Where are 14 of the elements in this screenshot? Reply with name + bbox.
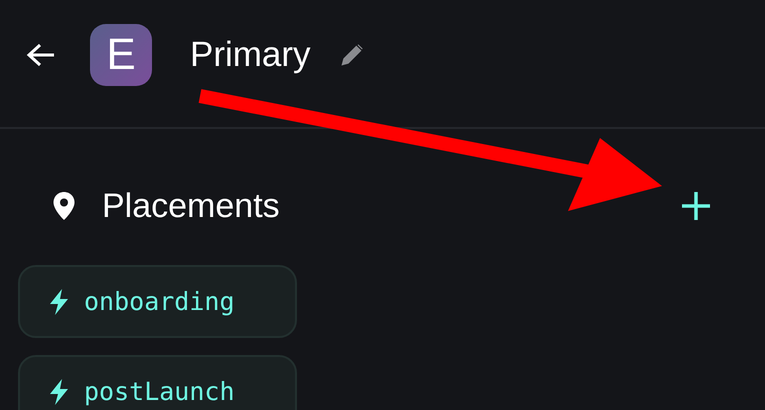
location-pin-icon	[52, 191, 76, 221]
app-icon: E	[90, 24, 152, 86]
lightning-icon	[48, 288, 70, 316]
placement-chip[interactable]: onboarding	[18, 265, 297, 338]
section-title: Placements	[102, 186, 280, 226]
back-button[interactable]	[26, 42, 56, 68]
edit-button[interactable]	[338, 42, 365, 68]
page-title: Primary	[190, 34, 311, 74]
add-button[interactable]	[679, 189, 713, 223]
back-arrow-icon	[26, 42, 56, 68]
plus-icon	[679, 189, 713, 223]
placement-chip[interactable]: postLaunch	[18, 355, 297, 410]
lightning-icon	[48, 378, 70, 406]
pencil-icon	[338, 42, 365, 68]
